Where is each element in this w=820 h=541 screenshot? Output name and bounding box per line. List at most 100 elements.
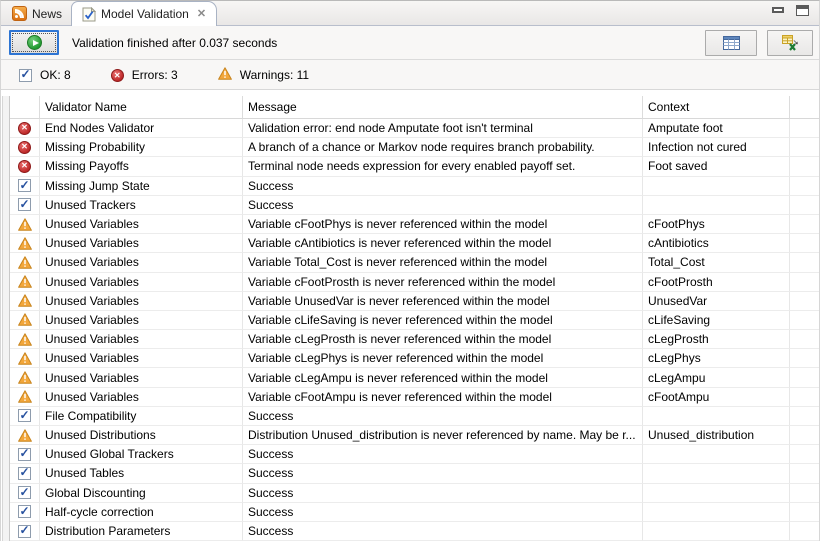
row-context — [643, 195, 790, 215]
warning-icon — [17, 275, 32, 288]
view-window-controls — [772, 4, 819, 16]
row-context — [643, 521, 790, 541]
row-filler — [790, 196, 819, 215]
ok-checkbox-icon — [18, 198, 31, 212]
tab-news[interactable]: News — [3, 2, 71, 25]
row-message: Success — [243, 521, 643, 541]
row-status-cell — [10, 119, 40, 139]
row-filler — [790, 484, 819, 503]
ok-count[interactable]: OK: 8 — [19, 67, 71, 82]
header-message[interactable]: Message — [243, 96, 643, 119]
row-validator-name: Unused Variables — [40, 330, 243, 350]
validation-toolbar: Validation finished after 0.037 seconds — [1, 26, 819, 60]
minimize-icon[interactable] — [772, 7, 784, 13]
table-row[interactable]: Unused TablesSuccess — [10, 464, 819, 484]
row-status-cell — [10, 406, 40, 426]
error-icon — [18, 159, 31, 173]
warning-icon — [17, 256, 32, 269]
row-message: Terminal node needs expression for every… — [243, 157, 643, 177]
row-message: Variable cLifeSaving is never referenced… — [243, 310, 643, 331]
maximize-icon[interactable] — [796, 4, 809, 16]
table-row[interactable]: Unused Variables Variable cLegProsth is n… — [10, 330, 819, 350]
errors-count[interactable]: Errors: 3 — [110, 67, 178, 83]
table-row[interactable]: Unused Variables Variable cFootAmpu is ne… — [10, 387, 819, 407]
row-validator-name: Unused Global Trackers — [40, 445, 243, 465]
row-message: Success — [243, 176, 643, 196]
row-message: Distribution Unused_distribution is neve… — [243, 426, 643, 446]
tab-news-label: News — [32, 6, 63, 21]
errors-count-label: Errors: 3 — [131, 67, 178, 82]
row-message: A branch of a chance or Markov node requ… — [243, 138, 643, 158]
row-status-cell — [10, 426, 40, 446]
row-status-cell — [10, 214, 40, 235]
table-row[interactable]: Missing ProbabilityA branch of a chance … — [10, 138, 819, 158]
row-filler — [790, 388, 819, 407]
table-row[interactable]: Unused Variables Variable cLifeSaving is … — [10, 310, 819, 331]
ok-checkbox-icon — [18, 447, 31, 461]
row-validator-name: Global Discounting — [40, 483, 243, 503]
ok-count-label: OK: 8 — [40, 67, 71, 82]
table-row[interactable]: Unused Variables Variable cFootProsth is … — [10, 272, 819, 292]
tab-bar: News Model Validation ✕ — [1, 1, 819, 26]
row-filler — [790, 368, 819, 388]
table-row[interactable]: Unused Global TrackersSuccess — [10, 445, 819, 465]
row-message: Variable cFootAmpu is never referenced w… — [243, 387, 643, 407]
row-validator-name: File Compatibility — [40, 406, 243, 426]
table-row[interactable]: Unused Variables Variable cLegPhys is nev… — [10, 349, 819, 369]
row-filler — [790, 234, 819, 254]
table-header: Validator Name Message Context — [10, 96, 819, 119]
table-row[interactable]: Distribution ParametersSuccess — [10, 521, 819, 541]
table-body: End Nodes ValidatorValidation error: end… — [10, 119, 819, 541]
row-validator-name: Half-cycle correction — [40, 502, 243, 522]
header-validator-name[interactable]: Validator Name — [40, 96, 243, 119]
row-filler — [790, 157, 819, 177]
ok-checkbox-icon — [18, 524, 31, 538]
table-row[interactable]: Unused TrackersSuccess — [10, 195, 819, 215]
row-validator-name: Unused Tables — [40, 464, 243, 484]
table-left-gutter — [2, 96, 10, 541]
table-row[interactable]: Unused Variables Variable cAntibiotics is… — [10, 234, 819, 254]
row-status-cell — [10, 521, 40, 541]
row-message: Variable Total_Cost is never referenced … — [243, 253, 643, 273]
row-context: Amputate foot — [643, 119, 790, 139]
header-status-column[interactable] — [10, 96, 40, 119]
table-row[interactable]: Unused Distributions Distribution Unused_… — [10, 426, 819, 446]
table-row[interactable]: Half-cycle correctionSuccess — [10, 502, 819, 522]
tab-model-validation[interactable]: Model Validation ✕ — [71, 1, 218, 26]
row-message: Variable cFootProsth is never referenced… — [243, 272, 643, 292]
row-message: Variable cAntibiotics is never reference… — [243, 234, 643, 254]
ok-checkbox-icon — [18, 179, 31, 193]
row-context — [643, 445, 790, 465]
table-row[interactable]: File CompatibilitySuccess — [10, 406, 819, 426]
run-validation-button[interactable] — [9, 30, 59, 55]
table-row[interactable]: Missing Jump StateSuccess — [10, 176, 819, 196]
table-row[interactable]: Unused Variables Variable cLegAmpu is nev… — [10, 368, 819, 388]
table-row[interactable]: Global DiscountingSuccess — [10, 483, 819, 503]
warnings-count[interactable]: Warnings: 11 — [217, 66, 309, 83]
row-filler — [790, 119, 819, 139]
export-excel-button[interactable] — [767, 29, 813, 56]
row-message: Success — [243, 483, 643, 503]
row-status-cell — [10, 330, 40, 350]
ok-checkbox-icon — [18, 505, 31, 519]
table-row[interactable]: Unused Variables Variable cFootPhys is ne… — [10, 214, 819, 235]
warning-icon — [17, 217, 32, 231]
row-validator-name: Unused Distributions — [40, 426, 243, 446]
row-status-cell — [10, 272, 40, 292]
header-filler — [790, 96, 819, 119]
row-context: cLegPhys — [643, 349, 790, 369]
row-context: cLifeSaving — [643, 310, 790, 331]
row-status-cell — [10, 368, 40, 388]
close-icon[interactable]: ✕ — [197, 8, 206, 20]
table-row[interactable]: End Nodes ValidatorValidation error: end… — [10, 119, 819, 139]
table-row[interactable]: Missing PayoffsTerminal node needs expre… — [10, 157, 819, 177]
row-message: Variable cLegAmpu is never referenced wi… — [243, 368, 643, 388]
show-table-button[interactable] — [705, 29, 757, 56]
row-context — [643, 406, 790, 426]
row-filler — [790, 273, 819, 292]
row-status-cell — [10, 234, 40, 254]
table-row[interactable]: Unused Variables Variable Total_Cost is n… — [10, 253, 819, 273]
table-row[interactable]: Unused Variables Variable UnusedVar is ne… — [10, 291, 819, 311]
row-validator-name: Missing Payoffs — [40, 157, 243, 177]
header-context[interactable]: Context — [643, 96, 790, 119]
